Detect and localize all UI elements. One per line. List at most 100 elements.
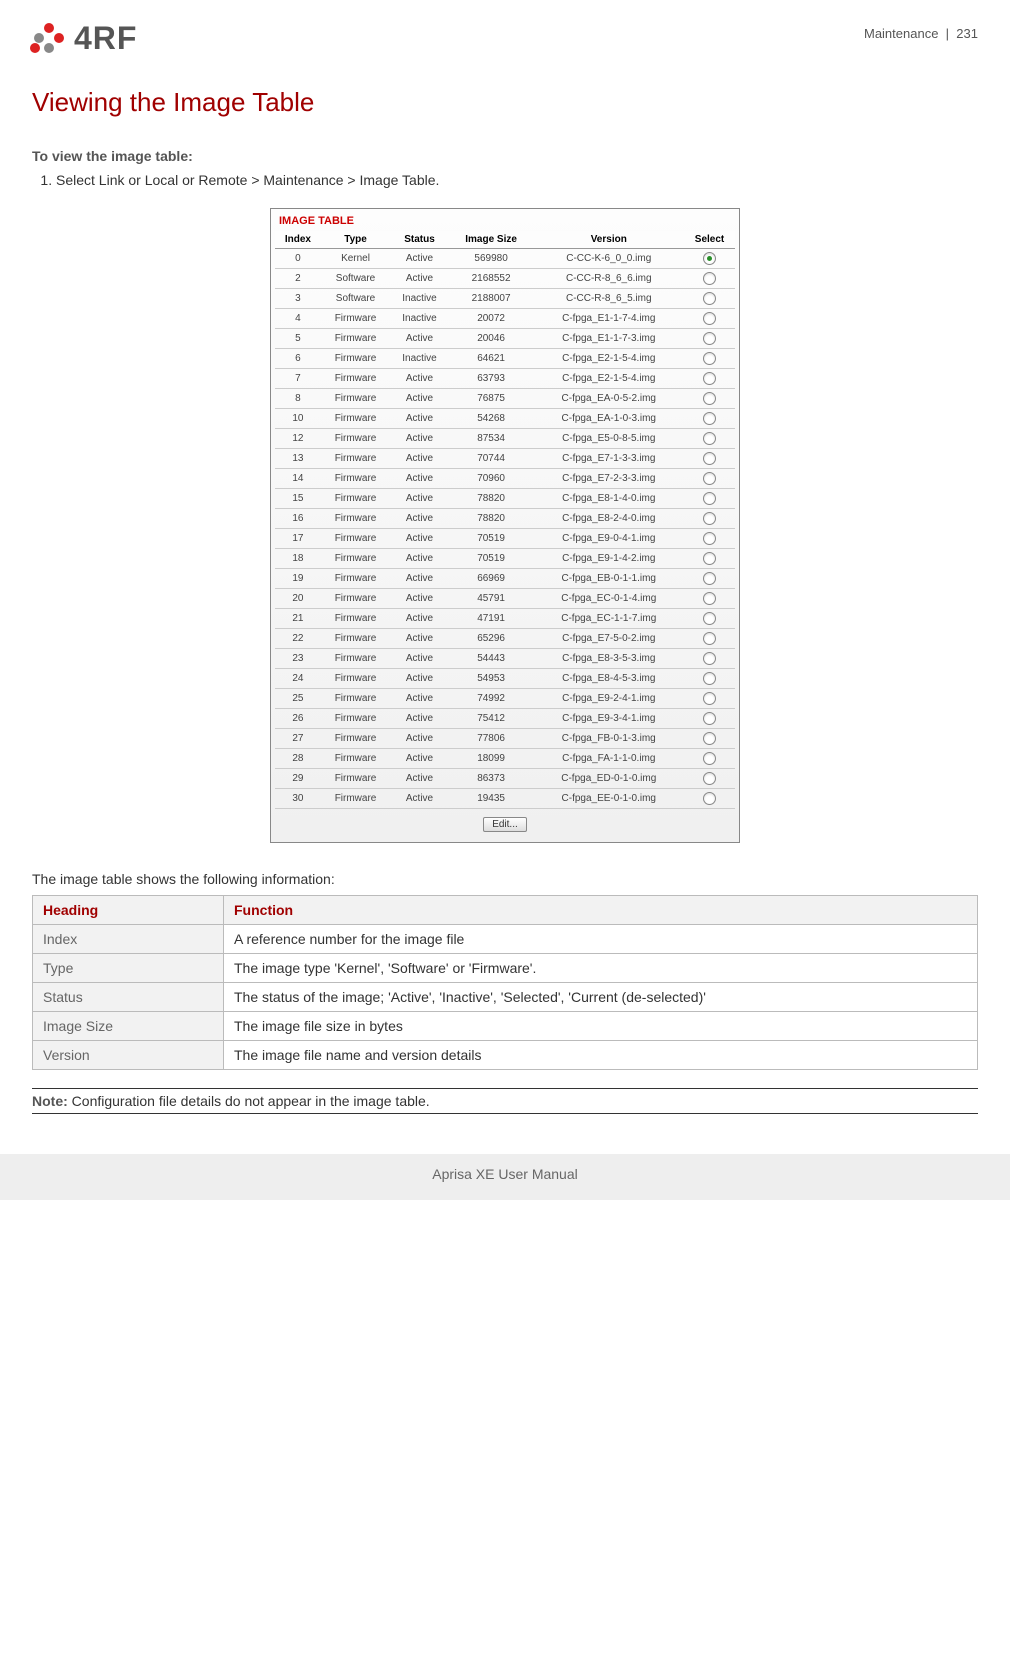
image-table-header: Type [321, 231, 390, 249]
select-radio[interactable] [703, 372, 716, 385]
select-radio[interactable] [703, 732, 716, 745]
cell-version: C-fpga_EC-1-1-7.img [533, 609, 684, 629]
table-row: 17FirmwareActive70519C-fpga_E9-0-4-1.img [275, 529, 735, 549]
cell-version: C-fpga_E7-1-3-3.img [533, 449, 684, 469]
cell-select [684, 329, 735, 349]
table-row: 4FirmwareInactive20072C-fpga_E1-1-7-4.im… [275, 309, 735, 329]
cell-version: C-fpga_E1-1-7-4.img [533, 309, 684, 329]
note-text: Configuration file details do not appear… [68, 1093, 430, 1109]
table-row: 28FirmwareActive18099C-fpga_FA-1-1-0.img [275, 749, 735, 769]
select-radio[interactable] [703, 592, 716, 605]
cell-select [684, 429, 735, 449]
intro-heading: To view the image table: [32, 148, 978, 164]
cell-status: Active [390, 709, 449, 729]
cell-status: Inactive [390, 289, 449, 309]
cell-status: Active [390, 769, 449, 789]
cell-version: C-fpga_E8-4-5-3.img [533, 669, 684, 689]
select-radio[interactable] [703, 672, 716, 685]
cell-type: Firmware [321, 449, 390, 469]
select-radio[interactable] [703, 652, 716, 665]
cell-size: 70519 [449, 549, 534, 569]
cell-index: 5 [275, 329, 321, 349]
cell-index: 22 [275, 629, 321, 649]
step-text: Select Link or Local or Remote > Mainten… [56, 172, 439, 188]
cell-type: Firmware [321, 609, 390, 629]
table-row: 0KernelActive569980C-CC-K-6_0_0.img [275, 249, 735, 269]
cell-type: Firmware [321, 729, 390, 749]
select-radio[interactable] [703, 252, 716, 265]
cell-type: Firmware [321, 649, 390, 669]
description-table: Heading Function IndexA reference number… [32, 895, 978, 1070]
desc-row: TypeThe image type 'Kernel', 'Software' … [33, 954, 978, 983]
separator: | [946, 26, 949, 41]
table-row: 23FirmwareActive54443C-fpga_E8-3-5-3.img [275, 649, 735, 669]
cell-status: Active [390, 669, 449, 689]
select-radio[interactable] [703, 292, 716, 305]
select-radio[interactable] [703, 552, 716, 565]
edit-button[interactable]: Edit... [483, 817, 527, 832]
logo-text: 4RF [74, 20, 137, 57]
cell-size: 87534 [449, 429, 534, 449]
cell-size: 65296 [449, 629, 534, 649]
select-radio[interactable] [703, 712, 716, 725]
select-radio[interactable] [703, 412, 716, 425]
cell-select [684, 709, 735, 729]
desc-header-heading: Heading [33, 896, 224, 925]
select-radio[interactable] [703, 612, 716, 625]
cell-status: Active [390, 429, 449, 449]
image-table: IndexTypeStatusImage SizeVersionSelect 0… [275, 231, 735, 809]
select-radio[interactable] [703, 332, 716, 345]
select-radio[interactable] [703, 492, 716, 505]
cell-status: Active [390, 249, 449, 269]
cell-size: 78820 [449, 509, 534, 529]
cell-status: Active [390, 629, 449, 649]
select-radio[interactable] [703, 572, 716, 585]
cell-index: 2 [275, 269, 321, 289]
cell-size: 20046 [449, 329, 534, 349]
cell-status: Active [390, 689, 449, 709]
desc-function-cell: The image file name and version details [224, 1041, 978, 1070]
select-radio[interactable] [703, 532, 716, 545]
select-radio[interactable] [703, 692, 716, 705]
cell-index: 19 [275, 569, 321, 589]
cell-version: C-fpga_E8-3-5-3.img [533, 649, 684, 669]
cell-size: 54268 [449, 409, 534, 429]
select-radio[interactable] [703, 772, 716, 785]
cell-type: Firmware [321, 309, 390, 329]
cell-select [684, 389, 735, 409]
select-radio[interactable] [703, 432, 716, 445]
select-radio[interactable] [703, 352, 716, 365]
select-radio[interactable] [703, 272, 716, 285]
cell-version: C-fpga_EA-0-5-2.img [533, 389, 684, 409]
cell-version: C-CC-R-8_6_5.img [533, 289, 684, 309]
cell-select [684, 349, 735, 369]
select-radio[interactable] [703, 752, 716, 765]
cell-version: C-fpga_E5-0-8-5.img [533, 429, 684, 449]
cell-index: 29 [275, 769, 321, 789]
desc-heading-cell: Status [33, 983, 224, 1012]
cell-index: 3 [275, 289, 321, 309]
table-row: 26FirmwareActive75412C-fpga_E9-3-4-1.img [275, 709, 735, 729]
select-radio[interactable] [703, 512, 716, 525]
cell-select [684, 509, 735, 529]
cell-select [684, 449, 735, 469]
select-radio[interactable] [703, 312, 716, 325]
image-table-header: Status [390, 231, 449, 249]
select-radio[interactable] [703, 792, 716, 805]
select-radio[interactable] [703, 392, 716, 405]
select-radio[interactable] [703, 452, 716, 465]
select-radio[interactable] [703, 632, 716, 645]
cell-version: C-fpga_E7-5-0-2.img [533, 629, 684, 649]
cell-size: 75412 [449, 709, 534, 729]
cell-select [684, 589, 735, 609]
select-radio[interactable] [703, 472, 716, 485]
cell-status: Active [390, 509, 449, 529]
step-item: Select Link or Local or Remote > Mainten… [56, 172, 978, 188]
cell-type: Firmware [321, 749, 390, 769]
cell-status: Active [390, 269, 449, 289]
cell-version: C-fpga_EC-0-1-4.img [533, 589, 684, 609]
page-title: Viewing the Image Table [32, 87, 978, 118]
header-right: Maintenance | 231 [864, 26, 978, 41]
cell-version: C-fpga_EB-0-1-1.img [533, 569, 684, 589]
table-row: 22FirmwareActive65296C-fpga_E7-5-0-2.img [275, 629, 735, 649]
